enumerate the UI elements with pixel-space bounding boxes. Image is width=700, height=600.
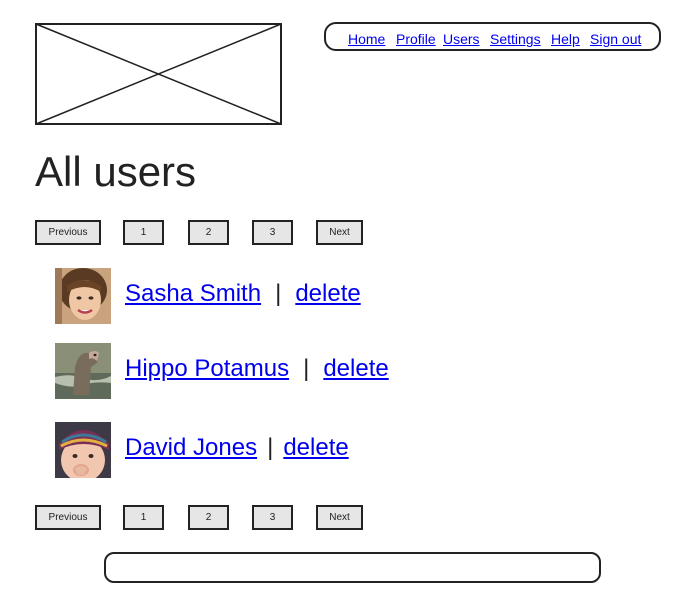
nav-home-link[interactable]: Home: [348, 31, 385, 47]
next-button[interactable]: Next: [316, 505, 363, 530]
user-list-item: Hippo Potamus | delete: [55, 343, 555, 401]
logo-placeholder: [35, 23, 282, 125]
image-placeholder-icon: [35, 23, 282, 125]
nav-users-link[interactable]: Users: [443, 31, 480, 47]
separator: |: [275, 280, 282, 307]
page-2-button[interactable]: 2: [188, 220, 229, 245]
user-name-link[interactable]: Sasha Smith: [125, 280, 261, 307]
user-name-link[interactable]: Hippo Potamus: [125, 355, 289, 382]
next-button[interactable]: Next: [316, 220, 363, 245]
child-face-avatar[interactable]: [55, 422, 111, 478]
separator: |: [267, 434, 274, 461]
nav-signout-link[interactable]: Sign out: [590, 31, 641, 47]
page-1-button[interactable]: 1: [123, 220, 164, 245]
delete-user-link[interactable]: delete: [283, 434, 348, 461]
delete-user-link[interactable]: delete: [323, 355, 388, 382]
separator: |: [303, 355, 310, 382]
footer: [104, 552, 601, 583]
user-name-link[interactable]: David Jones: [125, 434, 257, 461]
page-1-button[interactable]: 1: [123, 505, 164, 530]
page-3-button[interactable]: 3: [252, 505, 293, 530]
pagination-top: Previous 1 2 3 Next: [0, 220, 700, 246]
previous-button[interactable]: Previous: [35, 220, 101, 245]
delete-user-link[interactable]: delete: [295, 280, 360, 307]
woman-face-avatar[interactable]: [55, 268, 111, 324]
page-2-button[interactable]: 2: [188, 505, 229, 530]
pagination-bottom: Previous 1 2 3 Next: [0, 505, 700, 531]
page-3-button[interactable]: 3: [252, 220, 293, 245]
nav-profile-link[interactable]: Profile: [396, 31, 436, 47]
nav-help-link[interactable]: Help: [551, 31, 580, 47]
page-title: All users: [35, 148, 197, 195]
hippo-avatar[interactable]: [55, 343, 111, 399]
user-list-item: David Jones | delete: [55, 422, 555, 480]
user-list-item: Sasha Smith | delete: [55, 268, 555, 326]
top-nav: Home Profile Users Settings Help Sign ou…: [324, 22, 661, 51]
previous-button[interactable]: Previous: [35, 505, 101, 530]
nav-settings-link[interactable]: Settings: [490, 31, 541, 47]
